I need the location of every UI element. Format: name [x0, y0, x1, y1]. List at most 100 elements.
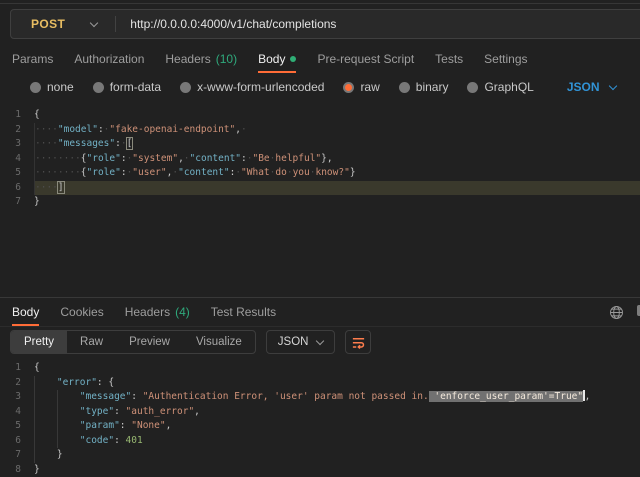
radio-icon: [343, 82, 354, 93]
line-number: 1: [0, 108, 34, 123]
code-line[interactable]: 2····"model":·"fake-openai-endpoint",·: [0, 123, 640, 138]
code-content: }: [34, 195, 640, 210]
line-number: 3: [0, 137, 34, 152]
tab-count-badge: (10): [216, 52, 237, 66]
selected-text: 'enforce_user_param'=True": [429, 391, 583, 402]
code-content: ····"model":·"fake-openai-endpoint",·: [34, 123, 640, 138]
tab-label: Params: [12, 52, 53, 66]
method-label[interactable]: POST: [11, 17, 65, 31]
code-line[interactable]: 7}: [0, 195, 640, 210]
tab-tests[interactable]: Tests: [435, 45, 463, 73]
view-preview[interactable]: Preview: [116, 331, 183, 353]
tab-headers[interactable]: Headers (10): [165, 45, 237, 73]
line-number: 5: [0, 166, 34, 181]
code-content: }: [34, 448, 640, 463]
url-input[interactable]: http://0.0.0.0:4000/v1/chat/completions: [130, 17, 336, 31]
response-body-editor[interactable]: 1{2"error": {3"message": "Authentication…: [0, 357, 640, 477]
code-line[interactable]: 4"type": "auth_error",: [0, 405, 640, 420]
tab-count-badge: (4): [175, 305, 190, 319]
tab-pre-request-script[interactable]: Pre-request Script: [317, 45, 414, 73]
line-number: 7: [0, 195, 34, 210]
response-tabs: Body Cookies Headers (4) Test Results: [0, 298, 640, 326]
body-type-x-www-form-urlencoded[interactable]: x-www-form-urlencoded: [180, 80, 324, 94]
tab-label: Authorization: [74, 52, 144, 66]
line-number: 2: [0, 376, 34, 391]
tab-label: Tests: [435, 52, 463, 66]
method-chevron-down-icon[interactable]: [90, 18, 98, 26]
response-tab-test-results[interactable]: Test Results: [211, 298, 276, 326]
code-line[interactable]: 1{: [0, 108, 640, 123]
radio-icon: [93, 82, 104, 93]
response-language-chevron-down-icon: [316, 336, 324, 344]
response-tab-cookies[interactable]: Cookies: [60, 298, 103, 326]
active-tab-underline: [12, 324, 39, 326]
request-language-chevron-down-icon: [608, 81, 616, 89]
response-tab-headers[interactable]: Headers (4): [125, 298, 190, 326]
tab-settings[interactable]: Settings: [484, 45, 527, 73]
response-view-switcher: PrettyRawPreviewVisualize: [10, 330, 256, 354]
tab-label: Headers: [165, 52, 210, 66]
active-tab-underline: [258, 71, 296, 73]
tab-label: Test Results: [211, 305, 276, 319]
request-url-row: POST http://0.0.0.0:4000/v1/chat/complet…: [0, 4, 640, 45]
code-line[interactable]: 3"message": "Authentication Error, 'user…: [0, 390, 640, 405]
tab-label: Cookies: [60, 305, 103, 319]
tab-authorization[interactable]: Authorization: [74, 45, 144, 73]
tab-params[interactable]: Params: [12, 45, 53, 73]
code-line[interactable]: 2"error": {: [0, 376, 640, 391]
response-tab-body[interactable]: Body: [12, 298, 39, 326]
line-number: 1: [0, 361, 34, 376]
code-line[interactable]: 1{: [0, 361, 640, 376]
code-line[interactable]: 6····]: [0, 181, 640, 196]
line-number: 8: [0, 463, 34, 477]
code-content: "code": 401: [34, 434, 640, 449]
code-line[interactable]: 5········{"role":·"user",·"content":·"Wh…: [0, 166, 640, 181]
code-content: "type": "auth_error",: [34, 405, 640, 420]
line-number: 6: [0, 434, 34, 449]
body-type-raw[interactable]: raw: [343, 80, 379, 94]
response-header: Body Cookies Headers (4) Test Results: [0, 297, 640, 327]
response-language-select[interactable]: JSON: [266, 330, 336, 354]
radio-icon: [180, 82, 191, 93]
request-language-value: JSON: [567, 80, 600, 94]
code-line[interactable]: 4········{"role":·"system",·"content":·"…: [0, 152, 640, 167]
code-line[interactable]: 5"param": "None",: [0, 419, 640, 434]
code-line[interactable]: 7}: [0, 448, 640, 463]
line-number: 3: [0, 390, 34, 405]
body-type-bar: none form-data x-www-form-urlencoded raw bin…: [0, 73, 640, 101]
tab-label: Headers: [125, 305, 170, 319]
radio-icon: [467, 82, 478, 93]
body-type-graphql[interactable]: GraphQL: [467, 80, 533, 94]
code-line[interactable]: 6"code": 401: [0, 434, 640, 449]
view-visualize[interactable]: Visualize: [183, 331, 255, 353]
radio-icon: [399, 82, 410, 93]
globe-icon[interactable]: [608, 304, 624, 320]
line-number: 4: [0, 152, 34, 167]
radio-label: form-data: [110, 80, 161, 94]
line-number: 2: [0, 123, 34, 138]
request-body-editor[interactable]: 1{2····"model":·"fake-openai-endpoint",·…: [0, 101, 640, 297]
view-raw[interactable]: Raw: [67, 331, 116, 353]
line-number: 4: [0, 405, 34, 420]
green-dot-icon: [290, 56, 296, 62]
wrap-text-button[interactable]: [345, 330, 371, 354]
line-number: 5: [0, 419, 34, 434]
tab-body[interactable]: Body: [258, 45, 296, 73]
request-language-select[interactable]: JSON: [567, 80, 616, 94]
code-content: ········{"role":·"system",·"content":·"B…: [34, 152, 640, 167]
radio-label: binary: [416, 80, 449, 94]
body-type-none[interactable]: none: [30, 80, 74, 94]
code-content: {: [34, 108, 640, 123]
body-type-binary[interactable]: binary: [399, 80, 449, 94]
code-content: "error": {: [34, 376, 640, 391]
line-number: 7: [0, 448, 34, 463]
radio-label: raw: [360, 80, 379, 94]
code-line[interactable]: 3····"messages":·[: [0, 137, 640, 152]
body-type-form-data[interactable]: form-data: [93, 80, 161, 94]
radio-icon: [30, 82, 41, 93]
code-line[interactable]: 8}: [0, 463, 640, 477]
request-url-bar: POST http://0.0.0.0:4000/v1/chat/complet…: [10, 9, 640, 39]
view-pretty[interactable]: Pretty: [11, 331, 67, 353]
code-content: "param": "None",: [34, 419, 640, 434]
radio-label: GraphQL: [484, 80, 533, 94]
